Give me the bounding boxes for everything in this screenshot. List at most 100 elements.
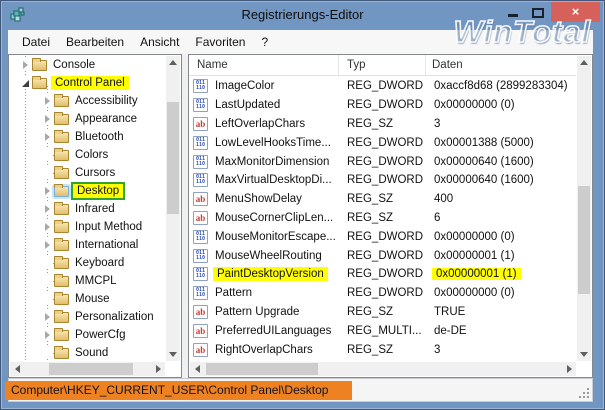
list-vertical-scrollbar[interactable] [577, 56, 591, 361]
value-row-lowlevelhookstime-[interactable]: 011 110 LowLevelHooksTime... REG_DWORD 0x000… [189, 133, 576, 152]
tree-item-powercfg[interactable]: PowerCfg [9, 326, 165, 344]
tree-item-cursors[interactable]: Cursors [9, 164, 165, 182]
value-row-paintdesktopversion[interactable]: 011 110 PaintDesktopVersion REG_DWORD 0x0000… [189, 265, 576, 284]
tree-item-appearance[interactable]: Appearance [9, 110, 165, 128]
value-row-maxvirtualdesktopdi-[interactable]: 011 110 MaxVirtualDesktopDi... REG_DWORD 0x0… [189, 171, 576, 190]
value-row-mousemonitorescape-[interactable]: 011 110 MouseMonitorEscape... REG_DWORD 0x00… [189, 227, 576, 246]
tree-stub [41, 293, 53, 305]
value-data-cell: TRUE [426, 306, 576, 318]
list-hscroll-thumb[interactable] [206, 363, 318, 375]
value-data-cell: 0x00001388 (5000) [426, 137, 576, 149]
value-name: LeftOverlapChars [215, 117, 306, 130]
folder-icon [32, 57, 47, 71]
value-row-preferreduilanguages[interactable]: ab PreferredUILanguages REG_MULTI... de-DE [189, 321, 576, 340]
expand-arrow-icon[interactable] [41, 221, 53, 233]
close-button[interactable]: × [551, 2, 600, 22]
tree-vertical-scrollbar[interactable] [166, 56, 180, 361]
value-row-menushowdelay[interactable]: ab MenuShowDelay REG_SZ 400 [189, 190, 576, 209]
tree-item-console[interactable]: Console [9, 56, 165, 74]
tree-item-control-panel[interactable]: Control Panel [9, 74, 165, 92]
value-data: 6 [434, 211, 441, 224]
expand-arrow-icon[interactable] [41, 113, 53, 125]
menu-item-ansicht[interactable]: Ansicht [132, 32, 187, 52]
column-header-name[interactable]: Name [189, 55, 339, 75]
folder-icon [54, 219, 69, 233]
scroll-up-icon[interactable] [577, 56, 591, 69]
value-data: 0x00000000 (0) [434, 287, 515, 300]
value-name-cell: 011 110 Pattern [189, 286, 339, 301]
expand-arrow-icon[interactable] [41, 131, 53, 143]
value-row-pattern[interactable]: 011 110 Pattern REG_DWORD 0x00000000 (0) [189, 284, 576, 303]
collapse-arrow-icon[interactable] [19, 77, 31, 89]
tree-item-international[interactable]: International [9, 236, 165, 254]
column-header-typ[interactable]: Typ [339, 55, 426, 75]
value-row-mousewheelrouting[interactable]: 011 110 MouseWheelRouting REG_DWORD 0x000000… [189, 246, 576, 265]
expand-arrow-icon[interactable] [41, 95, 53, 107]
tree-item-personalization[interactable]: Personalization [9, 308, 165, 326]
minimize-button[interactable] [508, 14, 518, 17]
tree-item-label: Accessibility [75, 95, 138, 107]
tree-item-label: PowerCfg [75, 329, 126, 341]
value-data: 3 [434, 117, 441, 130]
expand-arrow-icon[interactable] [41, 311, 53, 323]
scroll-left-icon[interactable] [10, 362, 24, 375]
column-header-daten[interactable]: Daten [426, 55, 576, 75]
tree-item-colors[interactable]: Colors [9, 146, 165, 164]
value-rows: 011 110 ImageColor REG_DWORD 0xaccf8d68 (289… [189, 77, 576, 361]
value-data: TRUE [434, 305, 466, 318]
value-row-maxmonitordimension[interactable]: 011 110 MaxMonitorDimension REG_DWORD 0x0000… [189, 152, 576, 171]
value-data-cell: 0x00000000 (0) [426, 287, 576, 299]
value-row-pattern-upgrade[interactable]: ab Pattern Upgrade REG_SZ TRUE [189, 303, 576, 322]
tree-hscroll-thumb[interactable] [49, 363, 133, 375]
tree-item-infrared[interactable]: Infrared [9, 200, 165, 218]
expand-arrow-icon[interactable] [41, 185, 53, 197]
list-vscroll-thumb[interactable] [578, 186, 590, 294]
scroll-right-icon[interactable] [562, 362, 576, 375]
tree-item-desktop[interactable]: Desktop [9, 182, 165, 200]
reg-dword-icon: 011 110 [193, 154, 208, 169]
tree-item-accessibility[interactable]: Accessibility [9, 92, 165, 110]
scroll-left-icon[interactable] [190, 362, 204, 375]
value-name-cell: ab RightOverlapChars [189, 342, 339, 357]
tree-item-label: Colors [75, 149, 109, 161]
value-type: REG_SZ [347, 193, 394, 206]
scroll-up-icon[interactable] [166, 56, 180, 69]
resize-grip[interactable] [579, 388, 589, 398]
folder-icon [54, 111, 69, 125]
value-row-rightoverlapchars[interactable]: ab RightOverlapChars REG_SZ 3 [189, 340, 576, 359]
menu-item-help[interactable]: ? [253, 32, 276, 52]
titlebar[interactable]: Registrierungs-Editor × [1, 1, 604, 30]
scroll-down-icon[interactable] [166, 348, 180, 361]
maximize-button[interactable] [532, 8, 544, 18]
expand-arrow-icon[interactable] [41, 239, 53, 251]
value-data: 0x00000000 (0) [434, 230, 515, 243]
scroll-down-icon[interactable] [577, 348, 591, 361]
list-horizontal-scrollbar[interactable] [190, 362, 576, 376]
value-data-cell: 0x00000640 (1600) [426, 156, 576, 168]
value-row-imagecolor[interactable]: 011 110 ImageColor REG_DWORD 0xaccf8d68 (289… [189, 77, 576, 96]
tree-item-mmcpl[interactable]: MMCPL [9, 272, 165, 290]
value-row-leftoverlapchars[interactable]: ab LeftOverlapChars REG_SZ 3 [189, 115, 576, 134]
expand-arrow-icon[interactable] [41, 329, 53, 341]
expand-arrow-icon[interactable] [41, 203, 53, 215]
expand-arrow-icon[interactable] [19, 59, 31, 71]
tree-item-keyboard[interactable]: Keyboard [9, 254, 165, 272]
tree-stub [41, 257, 53, 269]
reg-sz-icon: ab [193, 116, 208, 131]
menu-item-datei[interactable]: Datei [14, 32, 58, 52]
reg-dword-icon: 011 110 [193, 173, 208, 188]
registry-editor-window: Registrierungs-Editor × WinTotal Datei Be… [0, 0, 605, 410]
tree-item-input-method[interactable]: Input Method [9, 218, 165, 236]
tree-horizontal-scrollbar[interactable] [10, 362, 165, 376]
reg-dword-icon: 011 110 [193, 267, 208, 282]
value-row-lastupdated[interactable]: 011 110 LastUpdated REG_DWORD 0x00000000 (0) [189, 96, 576, 115]
tree-item-bluetooth[interactable]: Bluetooth [9, 128, 165, 146]
value-row-mousecornercliplen-[interactable]: ab MouseCornerClipLen... REG_SZ 6 [189, 209, 576, 228]
scroll-right-icon[interactable] [151, 362, 165, 375]
tree-item-mouse[interactable]: Mouse [9, 290, 165, 308]
menu-item-favoriten[interactable]: Favoriten [187, 32, 253, 52]
menu-item-bearbeiten[interactable]: Bearbeiten [58, 32, 132, 52]
tree-item-sound[interactable]: Sound [9, 344, 165, 361]
value-type: REG_DWORD [347, 99, 424, 112]
tree-vscroll-thumb[interactable] [167, 102, 179, 214]
